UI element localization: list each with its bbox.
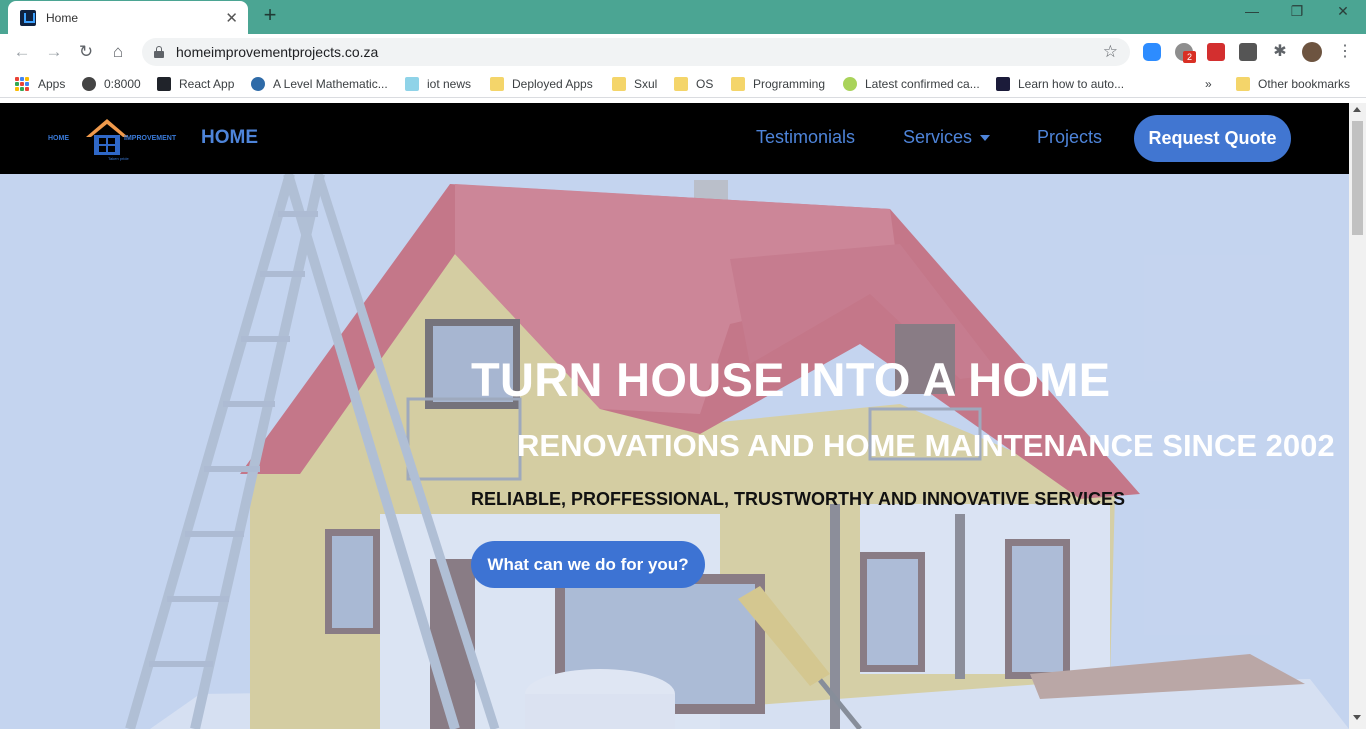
iot-icon [405,77,419,91]
folder-icon [731,77,745,91]
lock-icon [154,46,164,58]
services-label: Services [903,127,973,147]
bookmark-label: OS [696,77,714,91]
bookmark-folder[interactable]: Programming [731,76,825,92]
logo-tagline: Taken pride [108,156,129,161]
tab-title: Home [46,10,79,25]
bookmark-label: Other bookmarks [1258,77,1351,91]
bookmark-item[interactable]: A Level Mathematic... [251,76,388,92]
bookmark-label: React App [179,77,235,91]
apps-grid-icon [15,77,29,91]
bookmark-label: Sxul [634,77,658,91]
extension-icon[interactable]: 2 [1175,43,1196,63]
folder-icon [490,77,504,91]
bookmark-folder[interactable]: OS [674,76,713,92]
logo-text-left: HOME [48,135,69,142]
site-favicon-icon [20,9,36,26]
what-can-we-do-button[interactable]: What can we do for you? [471,541,705,588]
bookmark-label: 0:8000 [104,77,141,91]
math-site-icon [251,77,265,91]
url-text: homeimprovementprojects.co.za [176,44,379,60]
caret-down-icon [980,135,991,142]
browser-toolbar: ← → ↻ ⌂ homeimprovementprojects.co.za ☆ … [0,34,1366,70]
reload-icon[interactable]: ↻ [74,40,98,64]
react-icon [157,77,171,91]
bookmark-folder[interactable]: Sxul [612,76,657,92]
web-page: HOME IMPROVEMENT Taken pride HOME Testim… [0,103,1349,729]
close-window-button[interactable]: ✕ [1320,3,1366,27]
forward-arrow-icon[interactable]: → [42,40,66,64]
minimize-window-button[interactable]: — [1229,3,1275,27]
hero-subtitle: RENOVATIONS AND HOME MAINTENANCE SINCE 2… [517,428,1335,463]
dj-extension-icon[interactable] [1239,43,1257,61]
bookmark-label: Latest confirmed ca... [865,77,980,91]
bookmark-item[interactable]: Learn how to auto... [996,76,1124,92]
request-quote-button[interactable]: Request Quote [1134,115,1291,162]
scroll-up-arrow-icon[interactable] [1353,107,1361,112]
bookmark-item[interactable]: React App [157,76,234,92]
hero-tagline: RELIABLE, PROFFESSIONAL, TRUSTWORTHY AND… [471,489,1126,509]
extension-badge: 2 [1183,51,1196,63]
tab-strip: Home ✕ + — ❐ ✕ [0,0,1366,34]
covid-site-icon [843,77,857,91]
home-icon[interactable]: ⌂ [106,40,130,64]
site-navbar: HOME IMPROVEMENT Taken pride HOME Testim… [0,103,1349,174]
bookmarks-bar: Apps 0:8000 React App A Level Mathematic… [0,70,1366,98]
folder-icon [674,77,688,91]
folder-icon [612,77,626,91]
hero-title: TURN HOUSE INTO A HOME [471,353,1111,406]
bookmark-item[interactable]: Latest confirmed ca... [843,76,980,92]
nav-projects-link[interactable]: Projects [1037,127,1102,148]
profile-avatar[interactable] [1302,42,1322,62]
hero-section: TURN HOUSE INTO A HOME RENOVATIONS AND H… [0,174,1349,729]
other-bookmarks-folder[interactable]: Other bookmarks [1236,76,1350,92]
menu-kebab-icon[interactable]: ⋮ [1336,43,1354,61]
bookmark-label: Deployed Apps [512,77,593,91]
nav-services-dropdown[interactable]: Services [903,127,991,148]
bookmark-label: Apps [38,77,66,91]
bookmark-item[interactable]: 0:8000 [82,76,141,92]
bookmark-apps[interactable]: Apps [15,76,65,92]
bookmark-label: Programming [753,77,826,91]
bookmark-item[interactable]: iot news [405,76,471,92]
zoom-extension-icon[interactable] [1143,43,1161,61]
nav-testimonials-link[interactable]: Testimonials [756,127,855,148]
puzzle-extensions-icon[interactable]: ✱ [1271,43,1289,61]
bookmark-star-icon[interactable]: ☆ [1103,42,1118,62]
folder-icon [1236,77,1250,91]
new-tab-button[interactable]: + [258,4,282,28]
red-extension-icon[interactable] [1207,43,1225,61]
scrollbar-thumb[interactable] [1352,121,1363,235]
nav-home-link[interactable]: HOME [201,127,258,149]
restore-window-button[interactable]: ❐ [1274,3,1320,27]
globe-icon [82,77,96,91]
bookmark-label: Learn how to auto... [1018,77,1125,91]
learn-site-icon [996,77,1010,91]
logo-text-right: IMPROVEMENT [124,135,177,142]
close-tab-icon[interactable]: ✕ [225,9,238,27]
back-arrow-icon[interactable]: ← [10,40,34,64]
address-bar[interactable]: homeimprovementprojects.co.za ☆ [142,38,1130,66]
bookmarks-overflow-chevron-icon[interactable]: » [1205,76,1212,92]
site-logo[interactable]: HOME IMPROVEMENT Taken pride [48,113,188,165]
scroll-down-arrow-icon[interactable] [1353,715,1361,720]
bookmark-label: A Level Mathematic... [273,77,388,91]
bookmark-folder[interactable]: Deployed Apps [490,76,593,92]
bookmark-label: iot news [427,77,472,91]
browser-tab-home[interactable]: Home ✕ [8,1,248,34]
page-scrollbar[interactable] [1349,103,1366,729]
